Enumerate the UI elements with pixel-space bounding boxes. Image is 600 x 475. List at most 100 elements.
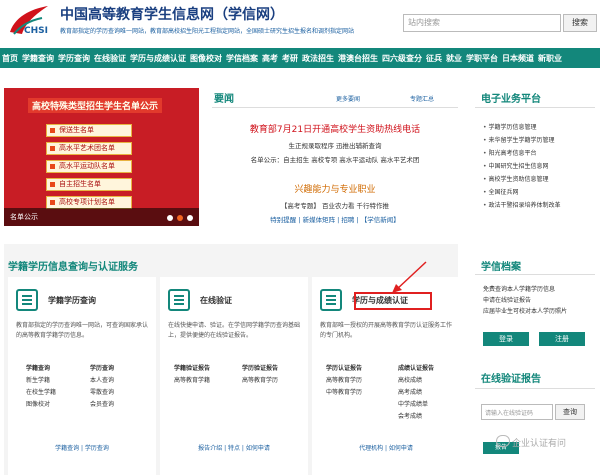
eservice-item[interactable]: 全国征兵网 <box>483 187 560 200</box>
card-link[interactable]: 高等教育学籍 <box>174 375 210 387</box>
news-line[interactable]: 名单公示：自主招生 高校专项 高水平运动队 高水平艺术团 <box>212 154 458 164</box>
carousel-dot-active[interactable] <box>177 215 183 221</box>
nav-item[interactable]: 新职业 <box>538 53 562 64</box>
banner-carousel[interactable]: 高校特殊类型招生学生名单公示 保送生名单 高水平艺术团名单 高水平运动队名单 自… <box>4 88 199 226</box>
news-line[interactable]: 【高考专题】 百业农力看 千行特作推 <box>212 200 458 210</box>
card-link[interactable]: 学籍验证报告 <box>174 363 210 375</box>
card-link[interactable]: 中学成绩单 <box>398 399 434 411</box>
login-button[interactable]: 登录 <box>483 332 529 346</box>
register-button[interactable]: 注册 <box>539 332 585 346</box>
card-footer-links[interactable]: 代理机构 | 如何申请 <box>312 443 460 452</box>
card-link[interactable]: 学历查询 <box>90 363 114 375</box>
news-line[interactable]: 生正规录取程序 迅推出辅新查询 <box>212 140 458 150</box>
archive-panel: 学信档案 免费查询本人学籍学历信息 申请在线验证报告 应届毕业生可校对本人学历照… <box>475 244 595 354</box>
nav-item[interactable]: 日本频道 <box>502 53 534 64</box>
nav-item[interactable]: 考研 <box>282 53 298 64</box>
banner-item[interactable]: 高水平艺术团名单 <box>46 142 132 155</box>
card-desc: 教育部指定的学历查询唯一网站，可查询国家承认的高等教育学籍学历信息。 <box>16 322 149 339</box>
site-search-button[interactable]: 搜索 <box>563 14 597 32</box>
eservice-item[interactable]: 高校学生资助信息管理 <box>483 174 560 187</box>
card-link[interactable]: 高考成绩 <box>398 387 434 399</box>
nav-item[interactable]: 四六级查分 <box>382 53 422 64</box>
card-link[interactable]: 成绩认证报告 <box>398 363 434 375</box>
header-sub-links[interactable]: 教育部指定的学历查询唯一网站，教育部高校招生阳光工程指定网站，全国硕士研究生招生… <box>60 26 354 35</box>
service-card-verify: 在线验证 在线快捷申请、验证。在学信网学籍学历查询基础上，提供便捷的在线验证报告… <box>160 277 308 475</box>
nav-item[interactable]: 政法招生 <box>302 53 334 64</box>
card-link[interactable]: 本人查询 <box>90 375 114 387</box>
nav-item[interactable]: 港澳台招生 <box>338 53 378 64</box>
card-link[interactable]: 高等教育学历 <box>326 375 362 387</box>
card-link[interactable]: 会考成绩 <box>398 411 434 423</box>
banner-item[interactable]: 保送生名单 <box>46 124 132 137</box>
service-card-query: 学籍学历查询 教育部指定的学历查询唯一网站，可查询国家承认的高等教育学籍学历信息… <box>8 277 156 475</box>
card-links: 学籍验证报告 高等教育学籍 <box>174 363 210 387</box>
topics-link[interactable]: 专题汇总 <box>410 94 434 103</box>
nav-item[interactable]: 征兵 <box>426 53 442 64</box>
card-links: 学籍查询 新生学籍 在校生学籍 图像校对 <box>26 363 56 411</box>
nav-item[interactable]: 学历查询 <box>58 53 90 64</box>
eservice-item[interactable]: 中国研究生招生信息网 <box>483 161 560 174</box>
card-link[interactable]: 图像校对 <box>26 399 56 411</box>
eservice-title: 电子业务平台 <box>481 94 541 105</box>
document-icon <box>16 289 38 311</box>
archive-item[interactable]: 应届毕业生可校对本人学历照片 <box>483 306 567 317</box>
card-link[interactable]: 新生学籍 <box>26 375 56 387</box>
card-links: 学历查询 本人查询 零散查询 会员查询 <box>90 363 114 411</box>
site-title[interactable]: 中国高等教育学生信息网（学信网） <box>60 4 284 24</box>
nav-item[interactable]: 图像校对 <box>190 53 222 64</box>
verify-query-button[interactable]: 查询 <box>555 404 585 420</box>
banner-caption: 名单公示 <box>4 208 199 226</box>
card-link[interactable]: 会员查询 <box>90 399 114 411</box>
nav-item[interactable]: 就业 <box>446 53 462 64</box>
card-footer-links[interactable]: 报告介绍 | 特点 | 如何申请 <box>160 443 308 452</box>
nav-item[interactable]: 学籍查询 <box>22 53 54 64</box>
nav-item[interactable]: 高考 <box>262 53 278 64</box>
nav-item[interactable]: 在线验证 <box>94 53 126 64</box>
eservice-item[interactable]: 阳光高考信息平台 <box>483 148 560 161</box>
banner-title: 高校特殊类型招生学生名单公示 <box>28 98 163 113</box>
main-nav: 首页 学籍查询 学历查询 在线验证 学历与成绩认证 图像校对 学信档案 高考 考… <box>0 48 600 68</box>
nav-item[interactable]: 首页 <box>2 53 18 64</box>
divider <box>212 107 458 108</box>
card-link[interactable]: 学历验证报告 <box>242 363 278 375</box>
banner-item[interactable]: 高水平运动队名单 <box>46 160 132 173</box>
card-link[interactable]: 中等教育学历 <box>326 387 362 399</box>
card-link[interactable]: 学历认证报告 <box>326 363 362 375</box>
news-headline[interactable]: 教育部7月21日开通高校学生资助热线电话 <box>212 122 458 135</box>
card-link[interactable]: 零散查询 <box>90 387 114 399</box>
news-headline-2[interactable]: 兴趣能力与专业职业 <box>212 182 458 195</box>
nav-item[interactable]: 学信档案 <box>226 53 258 64</box>
site-search-input[interactable]: 站内搜索 <box>403 14 561 32</box>
archive-item[interactable]: 申请在线验证报告 <box>483 295 567 306</box>
card-desc: 教育部唯一授权的开展高等教育学历认证服务工作的专门机构。 <box>320 322 453 339</box>
more-news-link[interactable]: 更多要闻 <box>336 94 360 103</box>
card-name[interactable]: 学籍学历查询 <box>48 295 96 306</box>
services-title: 学籍学历信息查询与认证服务 <box>8 262 138 273</box>
verify-code-input[interactable]: 请输入在线验证码 <box>481 404 553 420</box>
site-header: CHSI 中国高等教育学生信息网（学信网） 教育部指定的学历查询唯一网站，教育部… <box>0 0 600 46</box>
card-link[interactable]: 高等教育学历 <box>242 375 278 387</box>
card-links: 成绩认证报告 高校成绩 高考成绩 中学成绩单 会考成绩 <box>398 363 434 423</box>
archive-title: 学信档案 <box>481 262 521 273</box>
card-link[interactable]: 高校成绩 <box>398 375 434 387</box>
eservice-item[interactable]: 学籍学历信息管理 <box>483 122 560 135</box>
card-link[interactable]: 在校生学籍 <box>26 387 56 399</box>
carousel-dot[interactable] <box>167 215 173 221</box>
nav-item[interactable]: 学历与成绩认证 <box>130 53 186 64</box>
news-panel: 要闻 更多要闻 专题汇总 教育部7月21日开通高校学生资助热线电话 生正规录取程… <box>212 90 458 230</box>
carousel-dot[interactable] <box>187 215 193 221</box>
logo-text: CHSI <box>24 26 48 36</box>
card-name[interactable]: 在线验证 <box>200 295 232 306</box>
arrow-annotation-icon <box>392 261 427 293</box>
eservice-item[interactable]: 来华留学生学籍学历管理 <box>483 135 560 148</box>
banner-item[interactable]: 自主招生名单 <box>46 178 132 191</box>
card-footer-links[interactable]: 学籍查询 | 学历查询 <box>8 443 156 452</box>
nav-item[interactable]: 学职平台 <box>466 53 498 64</box>
banner-caption-text: 名单公示 <box>10 213 38 221</box>
archive-item[interactable]: 免费查询本人学籍学历信息 <box>483 284 567 295</box>
eservice-item[interactable]: 政法干警招录培养体制改革 <box>483 200 560 213</box>
card-link[interactable]: 学籍查询 <box>26 363 56 375</box>
news-title: 要闻 <box>214 94 234 105</box>
carousel-dots <box>167 215 193 221</box>
news-links[interactable]: 特别提醒 | 新媒体矩阵 | 招聘 | 【学信新闻】 <box>212 214 458 224</box>
